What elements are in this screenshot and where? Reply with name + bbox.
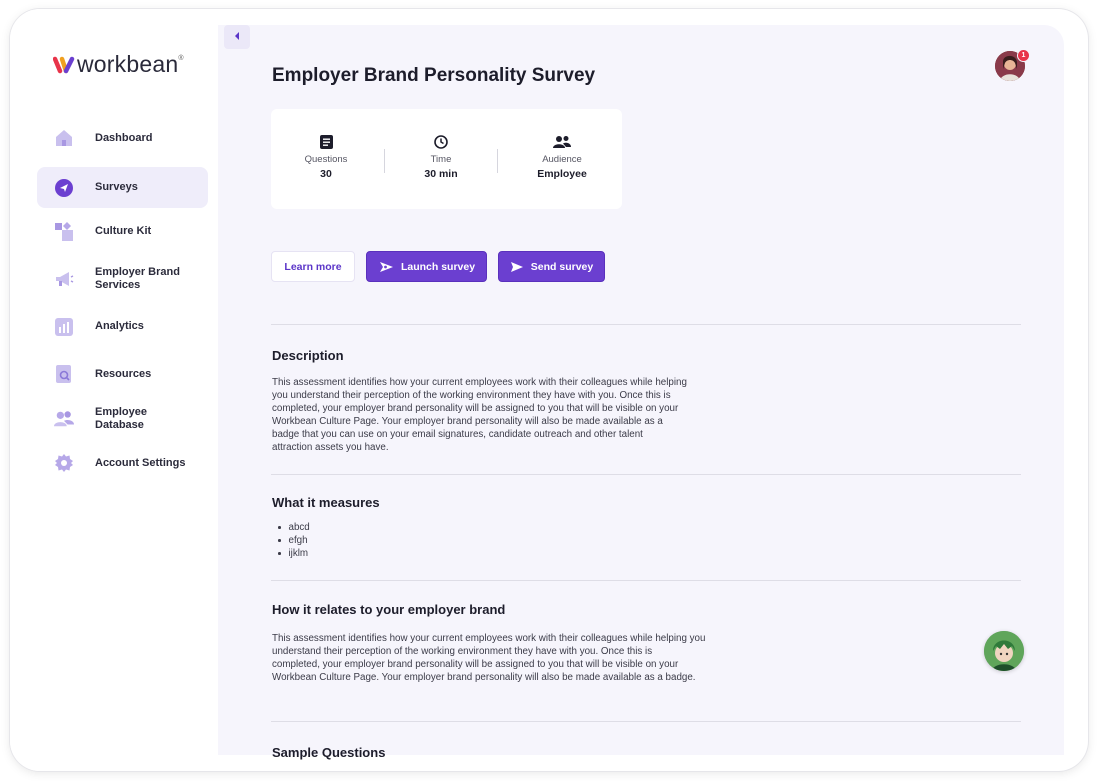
sample-questions-title: Sample Questions [272,745,386,760]
main-content: Employer Brand Personality Survey 1 Ques… [218,25,1064,760]
stat-value: 30 [320,168,332,180]
bar-chart-icon [54,317,74,337]
sidebar-item-label: Employee Database [95,406,147,431]
section-divider [271,324,1021,325]
launch-survey-label: Launch survey [400,260,476,273]
section-divider [271,580,1021,581]
launch-survey-button[interactable]: Launch survey [366,251,487,282]
stat-label: Time [430,154,452,165]
measures-list: abcd efgh ijklm [278,521,310,560]
section-divider [271,474,1021,475]
logo[interactable]: workbean ® [52,51,184,78]
sidebar-item-employee-database[interactable]: Employee Database [37,399,208,439]
sidebar-item-label: Culture Kit [95,225,152,237]
megaphone-icon [54,269,74,289]
sidebar-item-employer-brand-services[interactable]: Employer Brand Services [37,255,208,303]
list-item: efgh [278,534,310,547]
blocks-icon [54,221,74,242]
learn-more-button[interactable]: Learn more [271,251,355,282]
collapse-sidebar-button[interactable] [224,25,250,49]
sidebar-item-label: Resources [95,367,152,380]
logo-text: workbean [77,51,179,77]
clock-icon [386,135,496,151]
gear-icon [54,453,74,473]
sidebar-item-label: Employer Brand Services [95,266,180,291]
sidebar-item-surveys[interactable]: Surveys [37,167,208,208]
stat-label: Questions [304,154,348,165]
notification-badge: 1 [1017,49,1030,62]
rocket-icon [378,261,394,273]
stat-divider [497,149,498,173]
sidebar-item-label: Surveys [95,181,138,193]
sidebar-item-label: Dashboard [95,131,153,144]
logo-registered: ® [178,55,184,62]
list-item: abcd [278,521,310,534]
stat-questions: Questions 30 [271,135,381,182]
stat-label: Audience [542,154,582,165]
doc-search-icon [54,364,74,384]
list-item: ijklm [278,547,310,560]
relates-title: How it relates to your employer brand [272,602,506,617]
sidebar-item-analytics[interactable]: Analytics [37,306,208,347]
people-icon [54,409,74,429]
sidebar-item-resources[interactable]: Resources [37,350,208,398]
relates-text: This assessment identifies how your curr… [272,633,706,683]
send-icon [510,261,524,273]
description-text: This assessment identifies how your curr… [272,377,687,453]
stat-value: 30 min [424,168,458,180]
sidebar: workbean ® Dashboard Surveys Culture Kit… [10,9,218,771]
stat-value: Employee [537,168,587,180]
chat-assistant-avatar[interactable] [984,631,1024,671]
sidebar-item-label: Analytics [95,320,144,332]
sidebar-item-account-settings[interactable]: Account Settings [37,443,208,483]
sidebar-item-culture-kit[interactable]: Culture Kit [37,211,208,252]
description-title: Description [272,348,344,363]
list-icon [271,135,381,151]
workbean-logo-icon [52,56,75,74]
caret-left-icon [233,28,241,46]
measures-title: What it measures [272,495,380,510]
send-circle-icon [54,178,74,198]
stat-divider [384,149,385,173]
page-title: Employer Brand Personality Survey [272,65,596,86]
users-icon [507,135,617,151]
send-survey-label: Send survey [530,260,594,273]
sidebar-item-dashboard[interactable]: Dashboard [37,123,208,153]
stat-audience: Audience Employee [507,135,617,182]
home-icon [54,128,74,148]
survey-stats-card: Questions 30 Time 30 min Audience Employ… [271,109,622,209]
app-window: workbean ® Dashboard Surveys Culture Kit… [10,9,1088,771]
send-survey-button[interactable]: Send survey [498,251,605,282]
stat-time: Time 30 min [386,135,496,182]
sidebar-item-label: Account Settings [95,456,186,469]
sidebar-nav: Dashboard Surveys Culture Kit Employer B… [37,123,208,483]
section-divider [271,721,1021,722]
